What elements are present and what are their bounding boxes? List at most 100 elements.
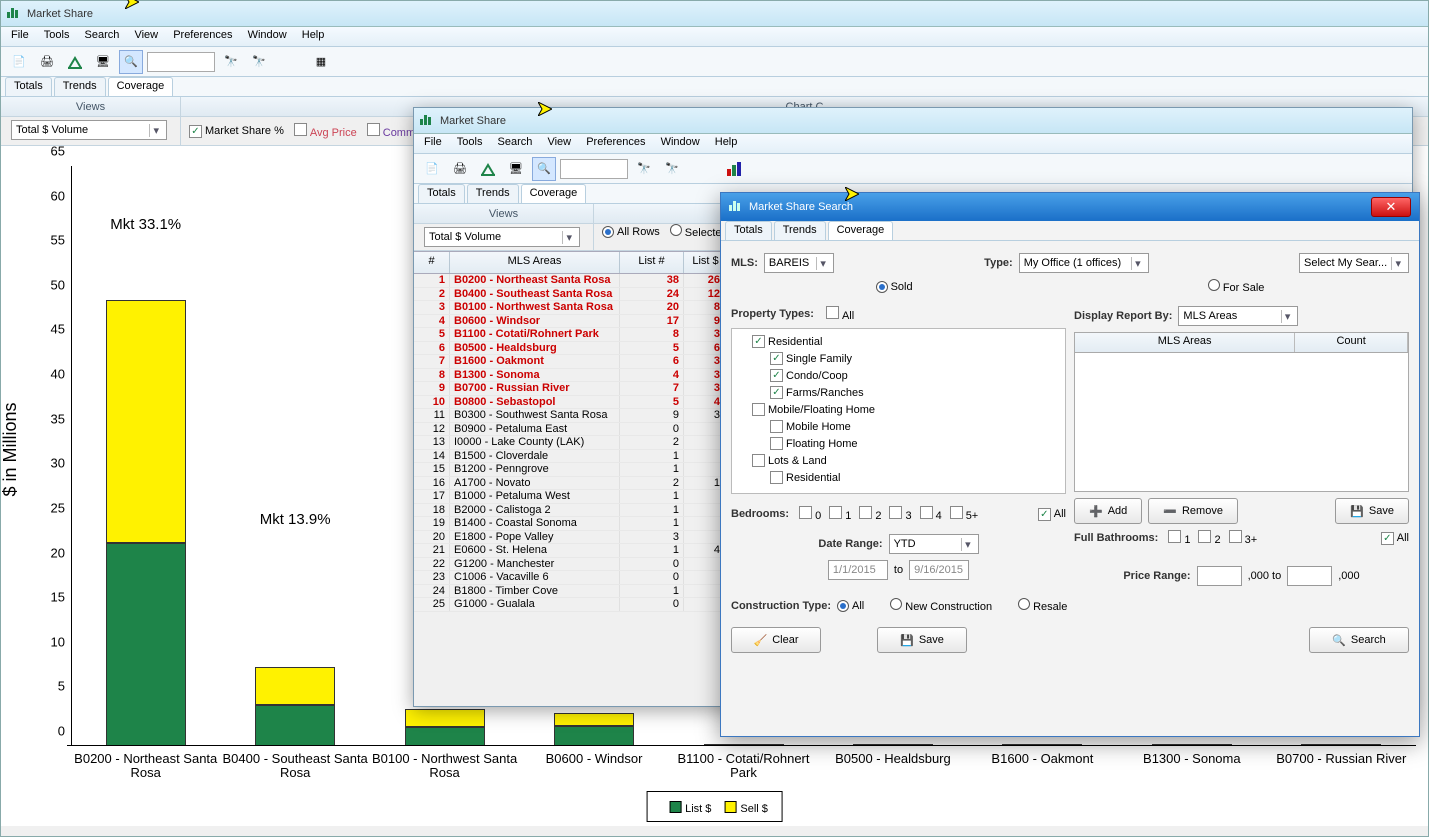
- type-select[interactable]: My Office (1 offices)▾: [1019, 253, 1149, 273]
- export-icon[interactable]: [476, 157, 500, 181]
- binoculars-icon[interactable]: 🔭: [632, 157, 656, 181]
- screen-icon[interactable]: 🖥: [504, 157, 528, 181]
- toolbar-search-input[interactable]: [560, 159, 628, 179]
- selectmy-select[interactable]: Select My Sear...▾: [1299, 253, 1409, 273]
- tab-coverage[interactable]: Coverage: [828, 221, 894, 240]
- save-areas-button[interactable]: 💾Save: [1335, 498, 1409, 524]
- forsale-radio[interactable]: [1208, 279, 1220, 291]
- price-from-input[interactable]: [1197, 566, 1242, 586]
- constr-resale-radio[interactable]: [1018, 598, 1030, 610]
- menu-search[interactable]: Search: [492, 134, 539, 150]
- bed-0-checkbox[interactable]: [799, 506, 812, 519]
- tree-checkbox[interactable]: [752, 403, 765, 416]
- bath-3+-checkbox[interactable]: [1229, 530, 1242, 543]
- menu-preferences[interactable]: Preferences: [167, 27, 238, 43]
- tree-checkbox[interactable]: [770, 369, 783, 382]
- menu-file[interactable]: File: [418, 134, 448, 150]
- binoculars-icon[interactable]: 🔭: [219, 50, 243, 74]
- allrows-radio[interactable]: [602, 226, 614, 238]
- col-list[interactable]: List #: [620, 252, 684, 273]
- tree-checkbox[interactable]: [770, 437, 783, 450]
- binoculars-next-icon[interactable]: 🔭: [660, 157, 684, 181]
- bed-1-checkbox[interactable]: [829, 506, 842, 519]
- selected-radio[interactable]: [670, 224, 682, 236]
- tree-item[interactable]: Single Family: [738, 350, 1059, 367]
- tree-item[interactable]: Farms/Ranches: [738, 384, 1059, 401]
- tree-checkbox[interactable]: [752, 454, 765, 467]
- menu-tools[interactable]: Tools: [38, 27, 76, 43]
- print-icon[interactable]: 🖨: [448, 157, 472, 181]
- date-to-input[interactable]: [909, 560, 969, 580]
- daterange-select[interactable]: YTD▾: [889, 534, 979, 554]
- tab-trends[interactable]: Trends: [467, 184, 519, 203]
- proptypes-all-checkbox[interactable]: [826, 306, 839, 319]
- menu-window[interactable]: Window: [242, 27, 293, 43]
- avgprice-checkbox[interactable]: [294, 123, 307, 136]
- tree-checkbox[interactable]: [752, 335, 765, 348]
- tree-checkbox[interactable]: [770, 471, 783, 484]
- menu-help[interactable]: Help: [296, 27, 331, 43]
- search-button[interactable]: 🔍Search: [1309, 627, 1409, 653]
- save-button[interactable]: 💾Save: [877, 627, 967, 653]
- tree-item[interactable]: Condo/Coop: [738, 367, 1059, 384]
- tree-item[interactable]: Lots & Land: [738, 452, 1059, 469]
- price-to-input[interactable]: [1287, 566, 1332, 586]
- marketshare-checkbox[interactable]: [189, 125, 202, 138]
- tree-item[interactable]: Mobile Home: [738, 418, 1059, 435]
- bath-1-checkbox[interactable]: [1168, 530, 1181, 543]
- print-icon[interactable]: 🖨: [35, 50, 59, 74]
- bed-2-checkbox[interactable]: [859, 506, 872, 519]
- baths-all-checkbox[interactable]: [1381, 532, 1394, 545]
- toolbar-search-input[interactable]: [147, 52, 215, 72]
- search-toolbar-icon[interactable]: 🔍: [119, 50, 143, 74]
- menu-tools[interactable]: Tools: [451, 134, 489, 150]
- tree-item[interactable]: Residential: [738, 469, 1059, 486]
- sold-radio[interactable]: [876, 281, 888, 293]
- tree-checkbox[interactable]: [770, 386, 783, 399]
- mls-select[interactable]: BAREIS▾: [764, 253, 834, 273]
- col-num[interactable]: #: [414, 252, 450, 273]
- export-icon[interactable]: [63, 50, 87, 74]
- menu-search[interactable]: Search: [79, 27, 126, 43]
- bed-3-checkbox[interactable]: [889, 506, 902, 519]
- tab-coverage[interactable]: Coverage: [108, 77, 174, 96]
- bed-4-checkbox[interactable]: [920, 506, 933, 519]
- binoculars-next-icon[interactable]: 🔭: [247, 50, 271, 74]
- constr-new-radio[interactable]: [890, 598, 902, 610]
- tree-checkbox[interactable]: [770, 420, 783, 433]
- menu-file[interactable]: File: [5, 27, 35, 43]
- views-select[interactable]: Total $ Volume▾: [11, 120, 167, 140]
- search-toolbar-icon[interactable]: 🔍: [532, 157, 556, 181]
- constr-all-radio[interactable]: [837, 600, 849, 612]
- add-button[interactable]: ➕Add: [1074, 498, 1142, 524]
- tab-trends[interactable]: Trends: [774, 221, 826, 240]
- print-preview-icon[interactable]: 📄: [420, 157, 444, 181]
- tab-totals[interactable]: Totals: [5, 77, 52, 96]
- tree-item[interactable]: Floating Home: [738, 435, 1059, 452]
- menu-window[interactable]: Window: [655, 134, 706, 150]
- property-type-tree[interactable]: ResidentialSingle FamilyCondo/CoopFarms/…: [731, 328, 1066, 494]
- print-preview-icon[interactable]: 📄: [7, 50, 31, 74]
- tab-totals[interactable]: Totals: [418, 184, 465, 203]
- tab-trends[interactable]: Trends: [54, 77, 106, 96]
- chart-icon[interactable]: [722, 157, 746, 181]
- grid-icon[interactable]: ▦: [309, 50, 333, 74]
- beds-all-checkbox[interactable]: [1038, 508, 1051, 521]
- tree-checkbox[interactable]: [770, 352, 783, 365]
- areas-col2[interactable]: Count: [1295, 333, 1408, 352]
- tab-coverage[interactable]: Coverage: [521, 184, 587, 203]
- areas-col1[interactable]: MLS Areas: [1075, 333, 1295, 352]
- clear-button[interactable]: 🧹Clear: [731, 627, 821, 653]
- tree-item[interactable]: Residential: [738, 333, 1059, 350]
- tab-totals[interactable]: Totals: [725, 221, 772, 240]
- tree-item[interactable]: Mobile/Floating Home: [738, 401, 1059, 418]
- views-select-grid[interactable]: Total $ Volume▾: [424, 227, 580, 247]
- display-select[interactable]: MLS Areas▾: [1178, 306, 1298, 326]
- screen-icon[interactable]: 🖥: [91, 50, 115, 74]
- menu-help[interactable]: Help: [709, 134, 744, 150]
- col-area[interactable]: MLS Areas: [450, 252, 620, 273]
- dialog-title-bar[interactable]: Market Share Search ✕: [721, 193, 1419, 221]
- menu-view[interactable]: View: [128, 27, 164, 43]
- menu-view[interactable]: View: [541, 134, 577, 150]
- remove-button[interactable]: ➖Remove: [1148, 498, 1238, 524]
